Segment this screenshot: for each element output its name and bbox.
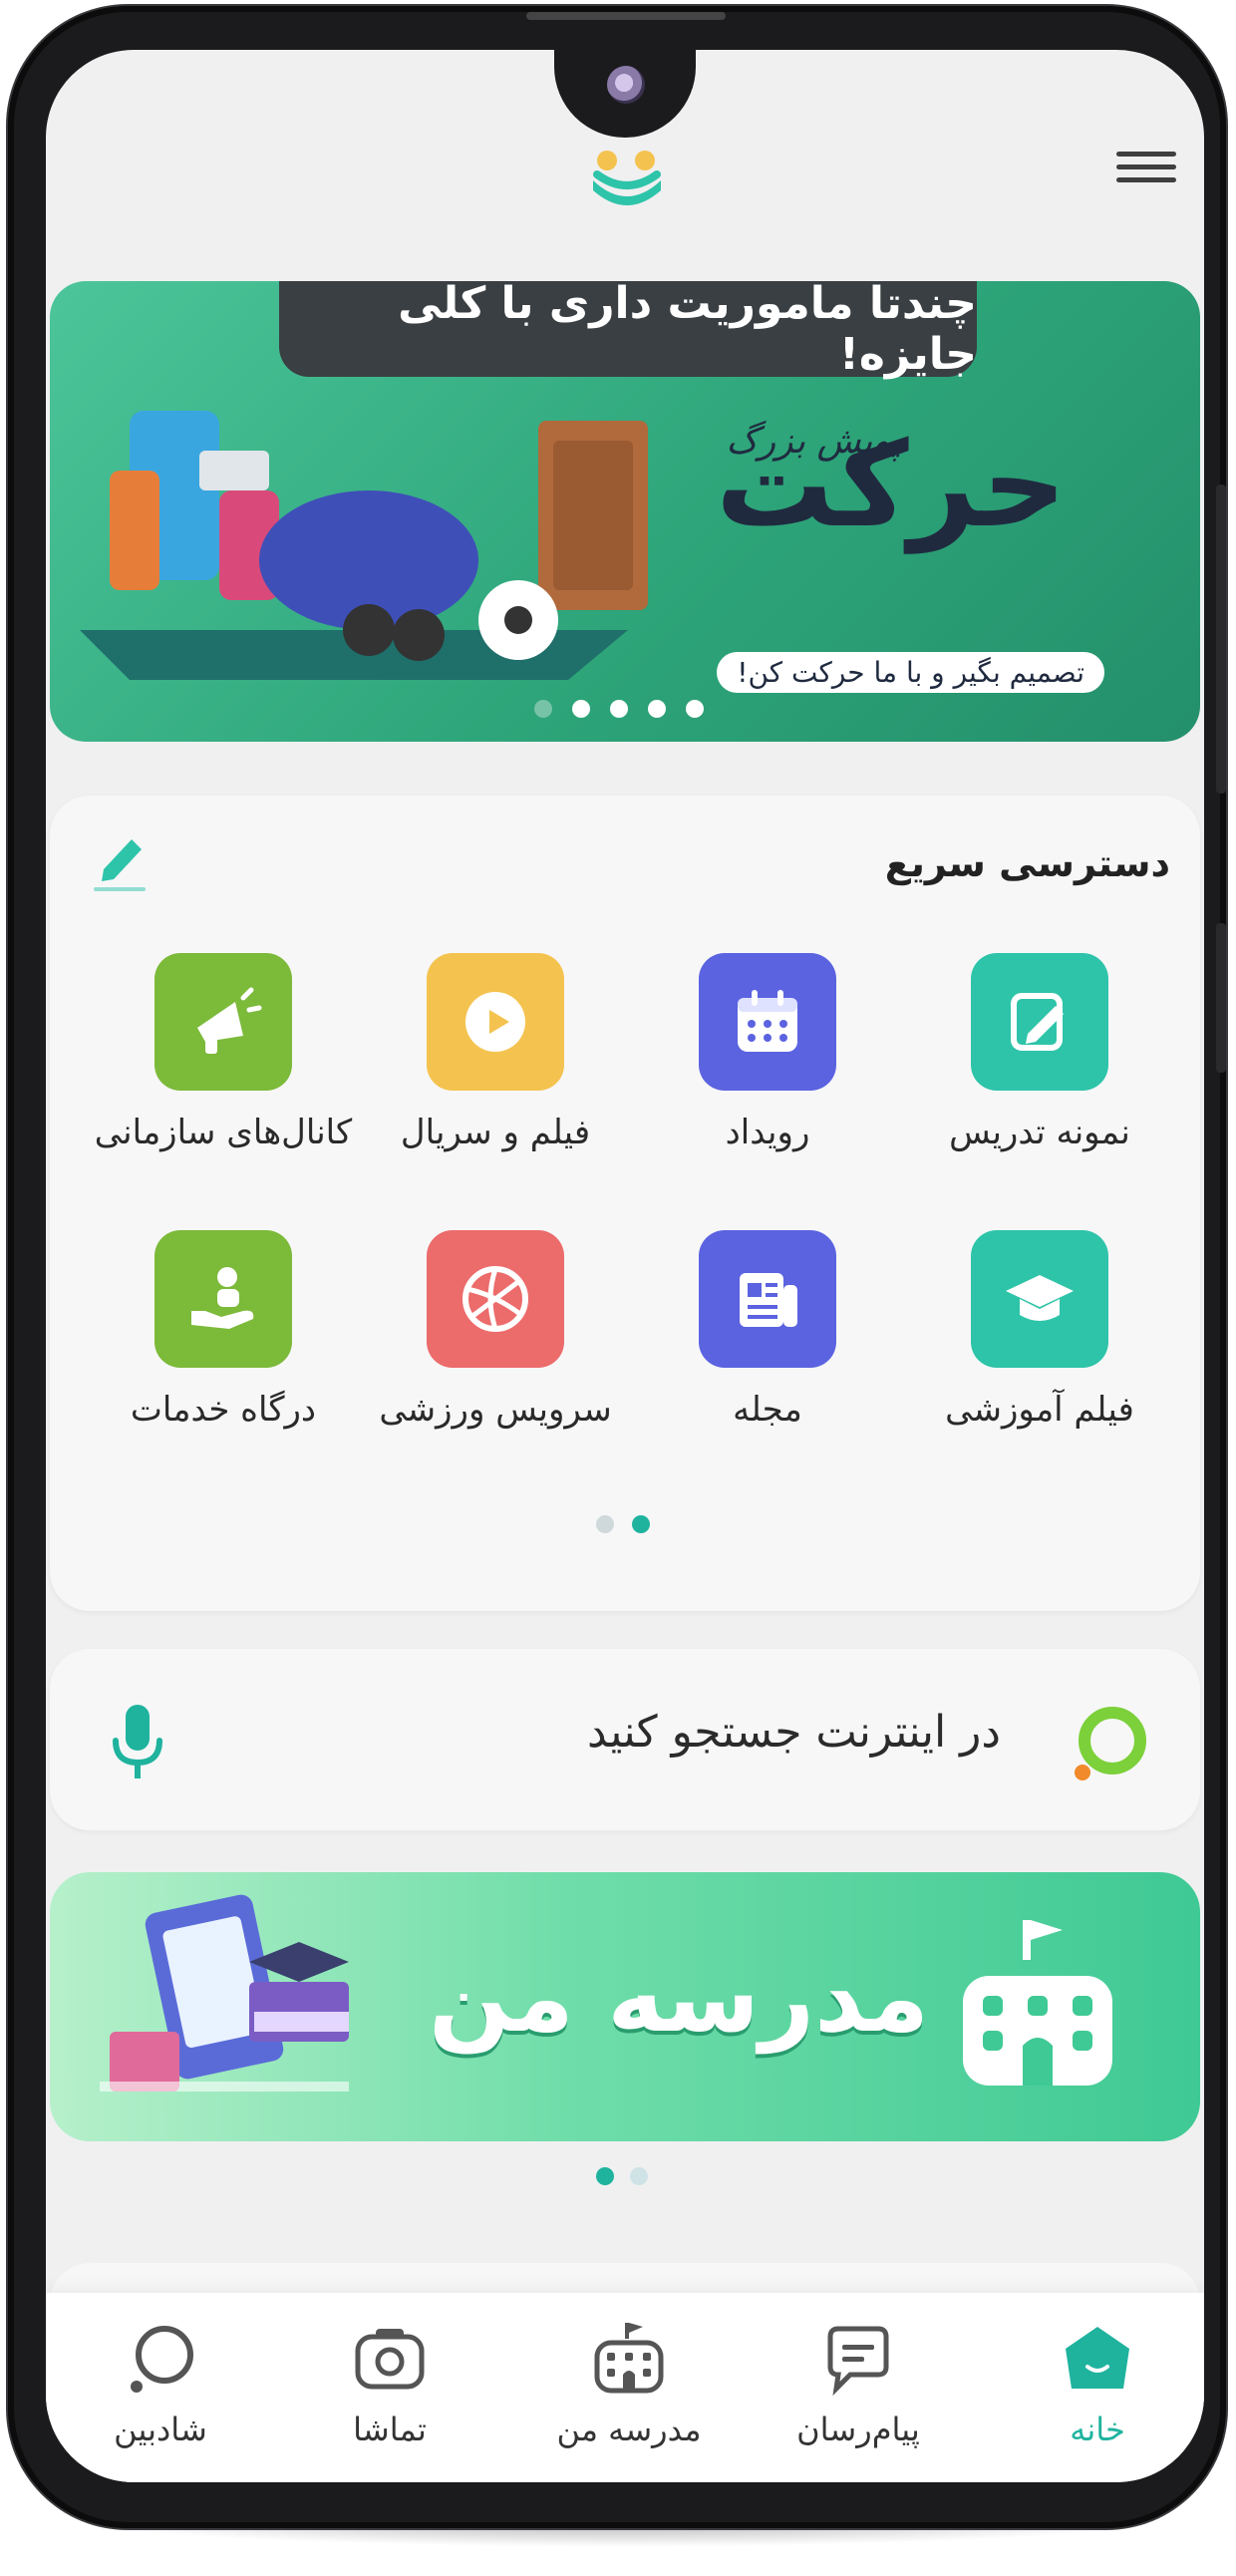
search-input[interactable]: در اینترنت جستجو کنید: [587, 1707, 1001, 1758]
hamburger-menu-icon[interactable]: [1116, 144, 1176, 193]
nav-label: خانه: [1070, 2411, 1125, 2448]
quick-item-educational-film[interactable]: فیلم آموزشی: [905, 1230, 1174, 1430]
school-icon: [587, 2317, 671, 2401]
my-school-banner[interactable]: مدرسه من: [50, 1872, 1200, 2141]
calendar-icon: [699, 953, 836, 1091]
hand-service-icon: [154, 1230, 292, 1368]
quick-item-label: کانال‌های سازمانی: [94, 1113, 353, 1152]
top-speaker: [526, 12, 726, 20]
nav-home[interactable]: خانه: [983, 2317, 1204, 2448]
page-dot-active[interactable]: [632, 1515, 650, 1533]
quick-item-label: فیلم و سریال: [400, 1113, 591, 1152]
search-bar[interactable]: در اینترنت جستجو کنید: [50, 1649, 1200, 1830]
quick-item-label: درگاه خدمات: [130, 1390, 317, 1430]
nav-label: تماشا: [353, 2411, 427, 2448]
shadbin-search-icon: [119, 2317, 202, 2401]
nav-shadbin[interactable]: شادبین: [46, 2317, 275, 2448]
banner-dot[interactable]: [686, 700, 704, 718]
page-dot[interactable]: [630, 2167, 648, 2185]
quick-item-magazine[interactable]: مجله: [633, 1230, 902, 1430]
quick-item-event[interactable]: رویداد: [633, 953, 902, 1152]
school-illustration: [100, 1894, 349, 2092]
pencil-icon[interactable]: [90, 825, 150, 895]
quick-item-label: فیلم آموزشی: [945, 1390, 1134, 1430]
promo-banner[interactable]: چندتا ماموریت داری با کلی جایزه! پویش بز…: [50, 281, 1200, 742]
quick-access-title: دسترسی سریع: [884, 841, 1170, 885]
nav-label: شادبین: [114, 2411, 207, 2448]
banner-dot[interactable]: [648, 700, 666, 718]
travel-sports-illustration: [80, 411, 648, 680]
shad-logo-icon: [593, 151, 661, 205]
page-dot-active[interactable]: [596, 2167, 614, 2185]
nav-label: مدرسه من: [556, 2411, 702, 2448]
notebook-edit-icon: [971, 953, 1108, 1091]
banner-dot[interactable]: [534, 700, 552, 718]
my-school-title: مدرسه من: [429, 1942, 930, 2054]
megaphone-icon: [154, 953, 292, 1091]
banner-dot[interactable]: [572, 700, 590, 718]
bottom-navigation: خانه پیام‌رسان مدرسه من تماشا: [46, 2293, 1204, 2482]
quick-access-pagination[interactable]: [596, 1515, 650, 1533]
nav-messenger[interactable]: پیام‌رسان: [744, 2317, 973, 2448]
quick-item-sports[interactable]: سرویس ورزشی: [361, 1230, 630, 1430]
quick-item-org-channels[interactable]: کانال‌های سازمانی: [89, 953, 358, 1152]
quick-item-label: مجله: [733, 1390, 802, 1430]
quick-item-teaching-sample[interactable]: نمونه تدریس: [905, 953, 1174, 1152]
microphone-icon[interactable]: [108, 1701, 167, 1782]
newspaper-icon: [699, 1230, 836, 1368]
app-screen: چندتا ماموریت داری با کلی جایزه! پویش بز…: [46, 50, 1204, 2482]
quick-item-label: سرویس ورزشی: [379, 1390, 612, 1430]
banner-tagline: تصمیم بگیر و با ما حرکت کن!: [717, 652, 1104, 693]
nav-label: پیام‌رسان: [796, 2411, 920, 2448]
power-button: [1216, 923, 1226, 1073]
home-icon: [1056, 2317, 1139, 2401]
nav-watch[interactable]: تماشا: [275, 2317, 504, 2448]
volleyball-icon: [427, 1230, 564, 1368]
play-icon: [427, 953, 564, 1091]
search-engine-logo-icon: [1075, 1707, 1146, 1780]
volume-button: [1216, 484, 1226, 794]
front-camera: [607, 66, 645, 104]
banner-ribbon-text: چندتا ماموریت داری با کلی جایزه!: [279, 281, 977, 380]
banner-pagination[interactable]: [534, 700, 704, 718]
camera-icon: [348, 2317, 432, 2401]
phone-frame: چندتا ماموریت داری با کلی جایزه! پویش بز…: [8, 6, 1226, 2528]
banner-title: حرکت: [716, 416, 1067, 553]
quick-item-label: رویداد: [725, 1113, 810, 1152]
nav-my-school[interactable]: مدرسه من: [514, 2317, 744, 2448]
chat-icon: [816, 2317, 900, 2401]
quick-item-label: نمونه تدریس: [949, 1113, 1130, 1152]
quick-item-movies[interactable]: فیلم و سریال: [361, 953, 630, 1152]
school-building-icon: [963, 1920, 1112, 2086]
quick-item-service-portal[interactable]: درگاه خدمات: [89, 1230, 358, 1430]
banner-dot[interactable]: [610, 700, 628, 718]
page-dot[interactable]: [596, 1515, 614, 1533]
school-banner-pagination[interactable]: [596, 2167, 648, 2185]
graduation-cap-icon: [971, 1230, 1108, 1368]
quick-access-card: دسترسی سریع نمونه تدریس رویداد فیلم و سر…: [50, 796, 1200, 1611]
